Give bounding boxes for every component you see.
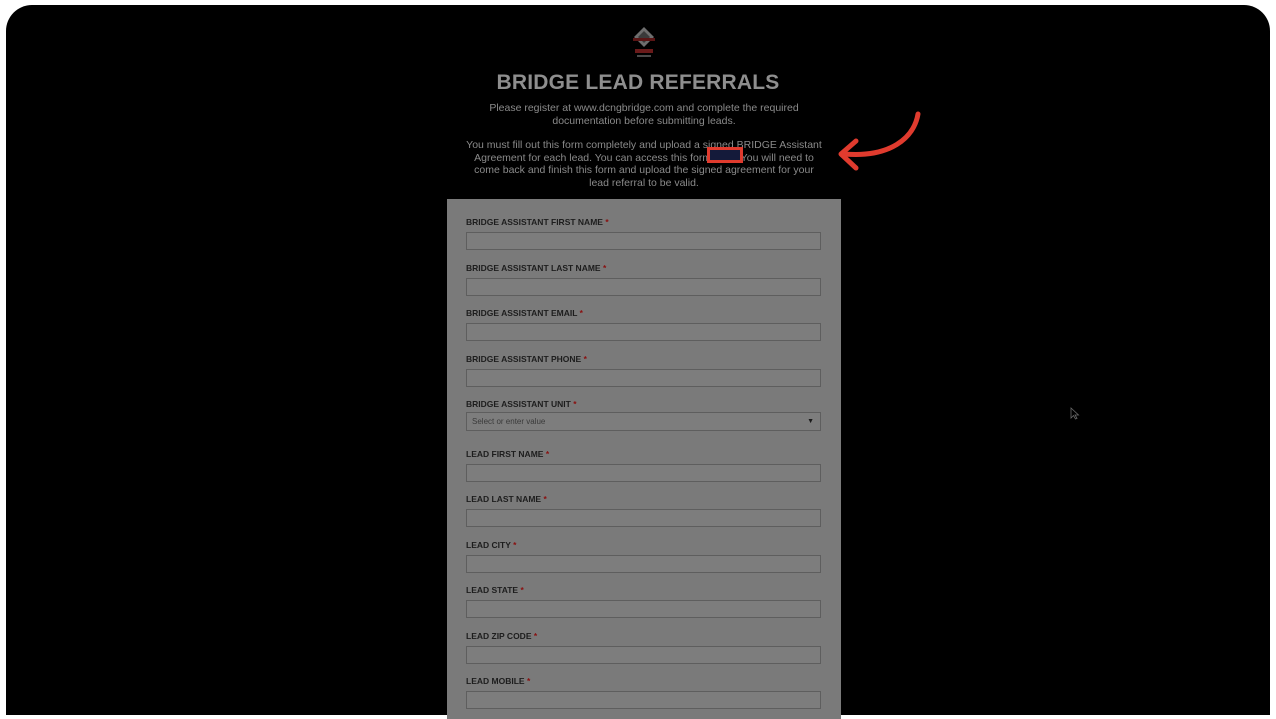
field-assistant-unit: BRIDGE ASSISTANT UNIT * Select or enter … (466, 399, 821, 431)
field-lead-city: LEAD CITY * (466, 540, 821, 573)
select-placeholder: Select or enter value (472, 417, 546, 426)
assistant-unit-select[interactable]: Select or enter value ▼ (466, 412, 821, 431)
required-marker: * (543, 494, 547, 504)
field-label: LEAD CITY * (466, 540, 517, 550)
lead-mobile-input[interactable] (466, 691, 821, 709)
required-marker: * (602, 263, 607, 273)
bridge-logo-icon (633, 27, 655, 57)
assistant-phone-input[interactable] (466, 369, 821, 387)
required-marker: * (573, 399, 577, 409)
field-label: BRIDGE ASSISTANT FIRST NAME * (466, 217, 609, 227)
required-marker: * (533, 631, 538, 641)
field-label: BRIDGE ASSISTANT EMAIL * (466, 308, 583, 318)
field-label: LEAD LAST NAME * (466, 494, 547, 504)
required-marker: * (513, 540, 517, 550)
assistant-email-input[interactable] (466, 323, 821, 341)
field-lead-last-name: LEAD LAST NAME * (466, 494, 821, 527)
lead-city-input[interactable] (466, 555, 821, 573)
here-link-highlight[interactable] (707, 147, 743, 163)
required-marker: * (520, 585, 524, 595)
field-lead-state: LEAD STATE * (466, 585, 821, 618)
required-marker: * (579, 308, 583, 318)
field-assistant-first-name: BRIDGE ASSISTANT FIRST NAME * (466, 217, 821, 250)
assistant-first-name-input[interactable] (466, 232, 821, 250)
field-lead-zip-code: LEAD ZIP CODE * (466, 631, 821, 664)
field-assistant-email: BRIDGE ASSISTANT EMAIL * (466, 308, 821, 341)
field-label: LEAD FIRST NAME * (466, 449, 550, 459)
lead-state-input[interactable] (466, 600, 821, 618)
field-lead-mobile: LEAD MOBILE * (466, 676, 821, 709)
field-label: BRIDGE ASSISTANT PHONE * (466, 354, 587, 364)
lead-zip-code-input[interactable] (466, 646, 821, 664)
required-marker: * (526, 676, 531, 686)
required-marker: * (605, 217, 609, 227)
curved-arrow-icon (838, 111, 921, 171)
field-label: LEAD ZIP CODE * (466, 631, 538, 641)
field-label: LEAD MOBILE * (466, 676, 531, 686)
field-label: BRIDGE ASSISTANT UNIT * (466, 399, 577, 409)
instructions-text: You must fill out this form completely a… (466, 139, 822, 189)
field-label: LEAD STATE * (466, 585, 524, 595)
field-assistant-last-name: BRIDGE ASSISTANT LAST NAME * (466, 263, 821, 296)
mouse-cursor-icon (1070, 407, 1080, 420)
field-lead-first-name: LEAD FIRST NAME * (466, 449, 821, 482)
lead-last-name-input[interactable] (466, 509, 821, 527)
assistant-last-name-input[interactable] (466, 278, 821, 296)
intro-text: Please register at www.dcngbridge.com an… (489, 102, 799, 127)
caret-down-icon: ▼ (807, 418, 814, 425)
required-marker: * (545, 449, 550, 459)
required-marker: * (583, 354, 587, 364)
page-title: BRIDGE LEAD REFERRALS (496, 71, 780, 94)
lead-first-name-input[interactable] (466, 464, 821, 482)
referral-form: BRIDGE ASSISTANT FIRST NAME * BRIDGE ASS… (447, 199, 841, 719)
field-assistant-phone: BRIDGE ASSISTANT PHONE * (466, 354, 821, 387)
field-label: BRIDGE ASSISTANT LAST NAME * (466, 263, 607, 273)
